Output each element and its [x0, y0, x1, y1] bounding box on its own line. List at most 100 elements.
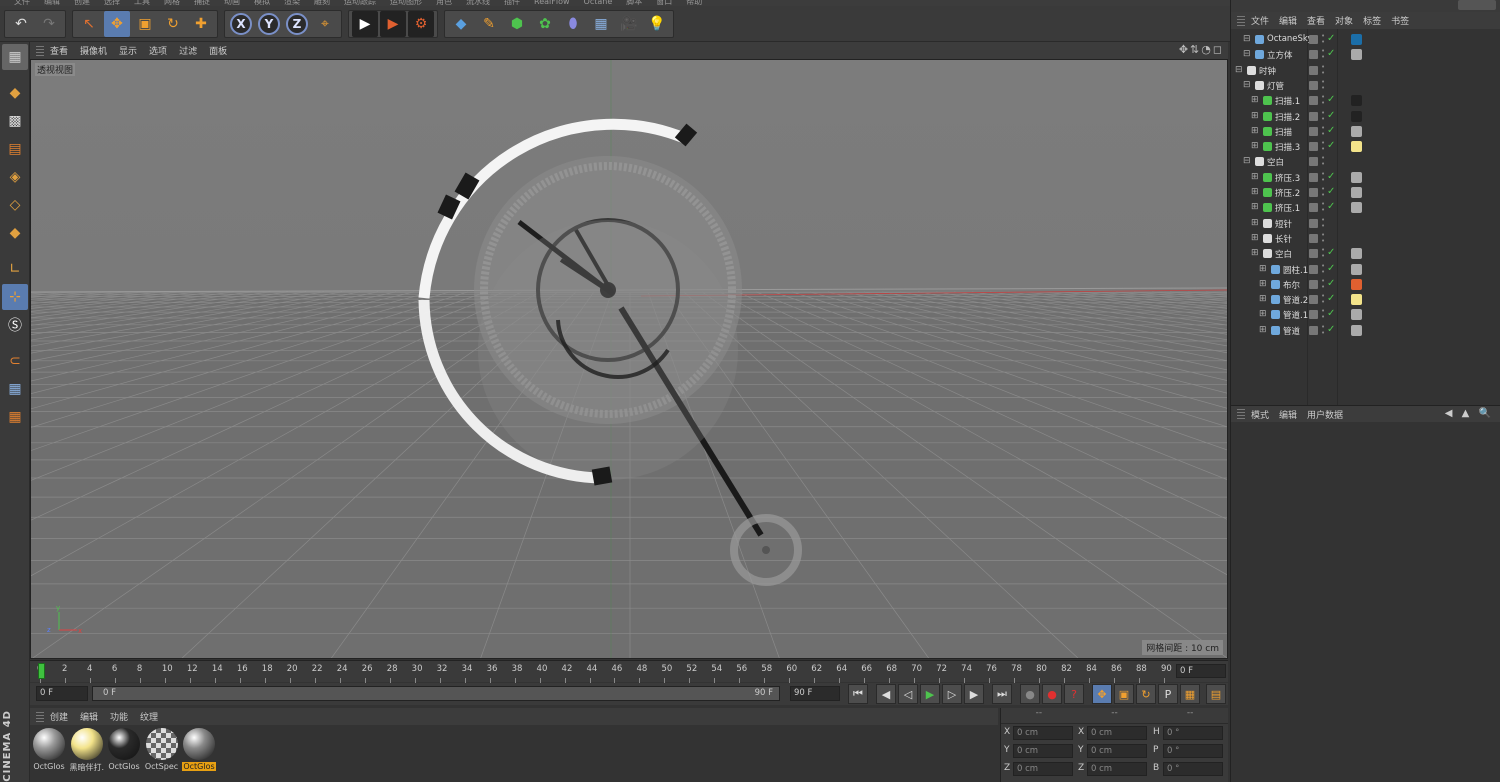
object-row[interactable]: ⊞ 圆柱.1 • • ✓: [1231, 262, 1500, 277]
material-tag-icon[interactable]: [1351, 294, 1362, 306]
pen-icon[interactable]: ✎: [476, 11, 502, 37]
expand-toggle-icon[interactable]: ⊟: [1243, 34, 1251, 44]
expand-toggle-icon[interactable]: ⊞: [1251, 95, 1259, 105]
visibility-dots-icon[interactable]: • •: [1321, 231, 1325, 244]
expand-toggle-icon[interactable]: ⊞: [1251, 248, 1259, 258]
axis-y-button[interactable]: Y: [256, 11, 282, 37]
play-icon[interactable]: ▶: [920, 684, 940, 704]
add-tool-icon[interactable]: ✚: [188, 11, 214, 37]
menu-item[interactable]: 创建: [74, 0, 90, 6]
material-swatch[interactable]: OctSpec: [145, 728, 179, 776]
visibility-dots-icon[interactable]: • •: [1321, 140, 1325, 153]
prev-frame-icon[interactable]: ◁: [898, 684, 918, 704]
next-frame-icon[interactable]: ▷: [942, 684, 962, 704]
select-tool-icon[interactable]: ↖: [76, 11, 102, 37]
object-name[interactable]: 时钟: [1259, 65, 1276, 77]
material-tag-icon[interactable]: [1351, 49, 1362, 61]
obj-menu-tags[interactable]: 标签: [1363, 14, 1381, 27]
layer-checkbox[interactable]: [1309, 203, 1318, 213]
enabled-check-icon[interactable]: ✓: [1327, 278, 1335, 289]
layer-checkbox[interactable]: [1309, 264, 1318, 274]
key-scale-icon[interactable]: ▣: [1114, 684, 1134, 704]
object-name[interactable]: 管道.1: [1283, 309, 1308, 321]
range-slider[interactable]: 0 F 90 F: [92, 686, 780, 701]
object-row[interactable]: ⊞ 短针 • •: [1231, 216, 1500, 231]
material-swatch[interactable]: 黑暗伴打...: [70, 728, 104, 776]
visibility-dots-icon[interactable]: • •: [1321, 293, 1325, 306]
menu-item[interactable]: 角色: [436, 0, 452, 6]
object-name[interactable]: 管道: [1283, 325, 1300, 337]
visibility-dots-icon[interactable]: • •: [1321, 94, 1325, 107]
object-name[interactable]: 短针: [1275, 218, 1292, 230]
visibility-dots-icon[interactable]: • •: [1321, 277, 1325, 290]
timeline-window-icon[interactable]: ▤: [1206, 684, 1226, 704]
perspective-viewport[interactable]: y z x 透视视图 网格间距 : 10 cm: [30, 59, 1228, 659]
layer-checkbox[interactable]: [1309, 126, 1318, 136]
object-name[interactable]: 空白: [1275, 248, 1292, 260]
object-name[interactable]: 挤压.3: [1275, 172, 1300, 184]
expand-toggle-icon[interactable]: ⊞: [1251, 111, 1259, 121]
material-tag-icon[interactable]: [1351, 171, 1362, 183]
model-mode-icon[interactable]: ▦: [2, 44, 28, 70]
menu-item[interactable]: 捕捉: [194, 0, 210, 6]
mat-menu-edit[interactable]: 编辑: [80, 710, 98, 723]
coords-value-field[interactable]: 0 cm: [1013, 762, 1073, 776]
enabled-check-icon[interactable]: ✓: [1327, 171, 1335, 182]
layer-checkbox[interactable]: [1309, 325, 1318, 335]
object-row[interactable]: ⊟ 空白 • •: [1231, 154, 1500, 169]
enabled-check-icon[interactable]: ✓: [1327, 324, 1335, 335]
texture-mode-icon[interactable]: ▩: [2, 108, 28, 134]
layout-selector[interactable]: [1458, 0, 1496, 10]
object-row[interactable]: ⊞ 长针 • •: [1231, 231, 1500, 246]
points-mode-icon[interactable]: ◈: [2, 164, 28, 190]
keyframe-selection-icon[interactable]: ?: [1064, 684, 1084, 704]
timeline-ruler[interactable]: 0246810121416182022242628303234363840424…: [36, 661, 1176, 683]
layer-checkbox[interactable]: [1309, 96, 1318, 106]
menu-item[interactable]: 编辑: [44, 0, 60, 6]
key-position-icon[interactable]: ✥: [1092, 684, 1112, 704]
vp-menu-filter[interactable]: 过滤: [179, 44, 197, 57]
expand-toggle-icon[interactable]: ⊞: [1259, 294, 1267, 304]
nurbs-icon[interactable]: ⬢: [504, 11, 530, 37]
menu-item[interactable]: 文件: [14, 0, 30, 6]
material-tag-icon[interactable]: [1351, 278, 1362, 290]
deformer-icon[interactable]: ⬮: [560, 11, 586, 37]
expand-toggle-icon[interactable]: ⊞: [1259, 309, 1267, 319]
material-swatch[interactable]: OctGlos: [32, 728, 66, 776]
object-row[interactable]: ⊞ 扫描.2 • • ✓: [1231, 109, 1500, 124]
layer-checkbox[interactable]: [1309, 279, 1318, 289]
visibility-dots-icon[interactable]: • •: [1321, 78, 1325, 91]
object-name[interactable]: 空白: [1267, 156, 1284, 168]
scale-tool-icon[interactable]: ▣: [132, 11, 158, 37]
layer-checkbox[interactable]: [1309, 188, 1318, 197]
object-row[interactable]: ⊟ 时钟 • •: [1231, 63, 1500, 78]
layer-checkbox[interactable]: [1309, 35, 1318, 44]
expand-toggle-icon[interactable]: ⊞: [1251, 172, 1259, 182]
end-frame-field[interactable]: 90 F: [790, 686, 840, 701]
go-to-start-icon[interactable]: ⏮: [848, 684, 868, 704]
material-tag-icon[interactable]: [1351, 263, 1362, 275]
layer-checkbox[interactable]: [1309, 111, 1318, 121]
rotate-tool-icon[interactable]: ↻: [160, 11, 186, 37]
expand-toggle-icon[interactable]: ⊞: [1251, 141, 1259, 151]
material-tag-icon[interactable]: [1351, 110, 1362, 122]
enabled-check-icon[interactable]: ✓: [1327, 263, 1335, 274]
menu-item[interactable]: 插件: [504, 0, 520, 6]
record-icon[interactable]: ●: [1020, 684, 1040, 704]
enabled-check-icon[interactable]: ✓: [1327, 201, 1335, 212]
layer-checkbox[interactable]: [1309, 295, 1318, 305]
menu-item[interactable]: 脚本: [626, 0, 642, 6]
visibility-dots-icon[interactable]: • •: [1321, 63, 1325, 76]
menu-item[interactable]: 窗口: [656, 0, 672, 6]
go-to-end-icon[interactable]: ⏭: [992, 684, 1012, 704]
visibility-dots-icon[interactable]: • •: [1321, 48, 1325, 61]
layer-checkbox[interactable]: [1309, 157, 1318, 167]
object-name[interactable]: 扫描.3: [1275, 141, 1300, 153]
expand-toggle-icon[interactable]: ⊞: [1251, 126, 1259, 136]
mat-menu-create[interactable]: 创建: [50, 710, 68, 723]
object-name[interactable]: 布尔: [1283, 279, 1300, 291]
object-row[interactable]: ⊞ 管道.2 • • ✓: [1231, 292, 1500, 307]
coords-value-field[interactable]: 0 cm: [1087, 744, 1147, 758]
timeline[interactable]: 0246810121416182022242628303234363840424…: [30, 660, 1228, 683]
menu-item[interactable]: Octane: [584, 0, 613, 6]
